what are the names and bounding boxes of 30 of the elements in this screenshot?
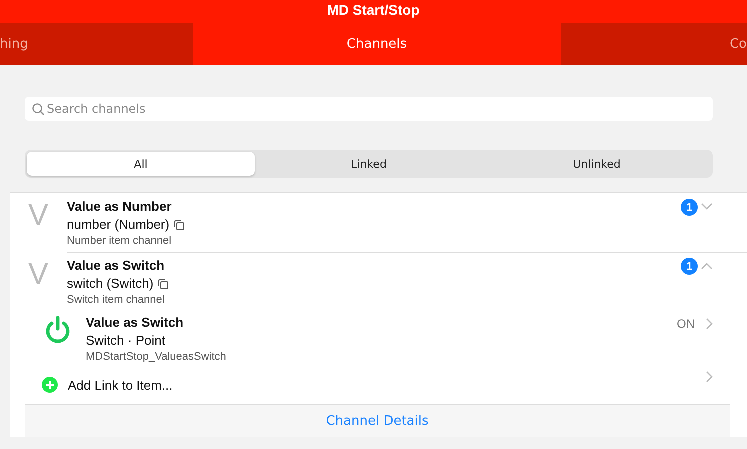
channel-letter: V <box>27 257 50 293</box>
channel-type: number (Number) <box>67 216 170 234</box>
item-type: Switch · Point <box>86 332 166 350</box>
link-count-badge: 1 <box>681 258 698 275</box>
plus-icon <box>42 377 58 393</box>
tab[interactable]: Channels <box>193 23 561 65</box>
channel-description: Number item channel <box>67 234 173 249</box>
add-link-label: Add Link to Item... <box>68 378 173 392</box>
chevron-down-icon[interactable] <box>701 203 713 211</box>
chevron-right-icon[interactable] <box>706 318 713 330</box>
item-label: Value as Switch <box>86 314 185 332</box>
search-field[interactable]: Search channels <box>25 97 713 121</box>
link-count-badge: 1 <box>681 199 698 216</box>
filter-segment[interactable]: Unlinked <box>483 152 711 176</box>
window-title: MD Start/Stop <box>327 1 420 19</box>
chevron-right-icon <box>706 371 713 383</box>
copy-icon[interactable] <box>158 278 169 290</box>
channel-description: Switch item channel <box>67 293 166 308</box>
channel-type: switch (Switch) <box>67 275 154 293</box>
filter-segment[interactable]: Linked <box>255 152 483 176</box>
channel-letter: V <box>27 198 50 234</box>
chevron-up-icon[interactable] <box>701 262 713 270</box>
item-state: ON <box>677 317 695 331</box>
add-link-item[interactable]: Add Link to Item... <box>10 366 747 404</box>
channel-label: Value as Number <box>67 198 173 216</box>
channel-label: Value as Switch <box>67 257 166 275</box>
filter-segment[interactable]: All <box>27 152 255 176</box>
copy-icon[interactable] <box>174 220 185 230</box>
item-name: MDStartStop_ValueasSwitch <box>86 350 228 365</box>
search-icon <box>32 103 45 116</box>
